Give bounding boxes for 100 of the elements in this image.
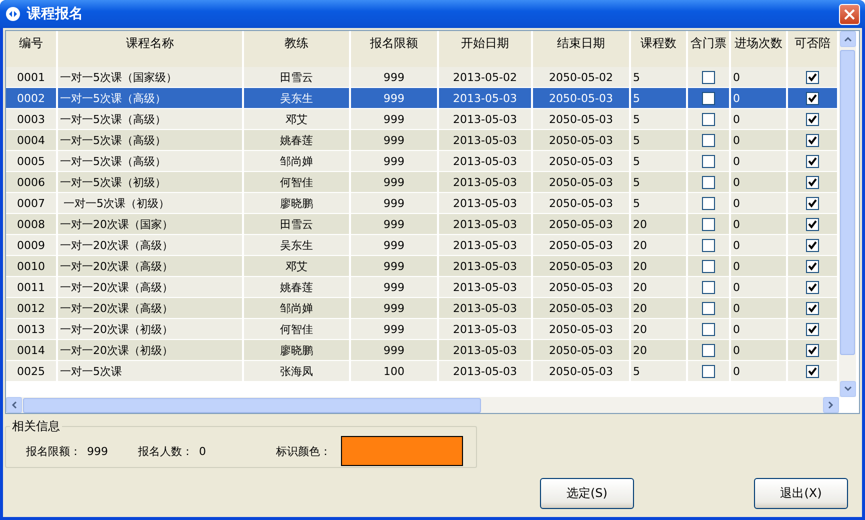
table-cell: 2013-05-03 [453,92,517,104]
scroll-left-icon[interactable] [6,397,22,413]
checkbox[interactable] [702,134,715,146]
table-cell: 一对一20次课（高级） [60,258,173,274]
checkbox[interactable] [806,176,819,188]
checkbox[interactable] [806,70,819,84]
checkbox[interactable] [806,280,819,294]
table-cell: 0007 [17,196,45,210]
field-label: 标识颜色： [276,444,331,458]
table-row[interactable]: 0011 一对一20次课（高级） 姚春莲 999 2013-05-03 2050-05-03 20 0 [6,277,839,298]
table-row[interactable]: 0009 一对一20次课（高级） 吴东生 999 2013-05-03 2050-05-03 20 0 [6,235,839,256]
table-cell: 5 [633,196,640,210]
close-icon [844,8,855,20]
dialog-button[interactable]: 退出(X) [754,478,848,509]
checkbox[interactable] [702,302,715,314]
table-cell: 100 [384,364,404,378]
table-row[interactable]: 0001 一对一5次课（国家级） 田雪云 999 2013-05-02 2050-05-02 5 0 [6,67,839,88]
checkbox[interactable] [806,364,819,378]
checkbox[interactable] [702,260,715,272]
checkbox[interactable] [806,322,819,336]
table-cell: 2013-05-02 [453,70,517,84]
table-cell: 0 [733,70,740,84]
checkbox[interactable] [702,218,715,230]
checkbox[interactable] [806,134,819,146]
checkbox[interactable] [806,238,819,252]
table-cell: 一对一20次课（高级） [60,300,173,316]
table-cell: 0003 [17,112,45,126]
table-cell: 0 [733,280,740,294]
table-cell: 0 [733,302,740,314]
table-row[interactable]: 0010 一对一20次课（高级） 邓艾 999 2013-05-03 2050-05-03 20 0 [6,256,839,277]
table-cell: 一对一20次课（高级） [60,238,173,252]
scroll-thumb[interactable] [840,50,855,355]
checkbox[interactable] [806,260,819,272]
table-cell: 一对一5次课（高级） [60,154,166,168]
table-cell: 999 [384,260,404,272]
table-row[interactable]: 0012 一对一20次课（高级） 邹尚婵 999 2013-05-03 2050-05-03 20 0 [6,298,839,319]
table-cell: 2013-05-03 [453,238,517,252]
table-cell: 2050-05-03 [549,112,613,126]
scroll-up-icon[interactable] [840,31,856,47]
table-cell: 999 [384,196,404,210]
table-cell: 0 [733,112,740,126]
table-row[interactable]: 0002 一对一5次课（高级） 吴东生 999 2013-05-03 2050-05-03 5 0 [6,88,839,109]
table-cell: 2050-05-03 [549,302,613,314]
table-cell: 2050-05-03 [549,364,613,378]
checkbox[interactable] [702,280,715,294]
checkbox[interactable] [702,176,715,188]
table-cell: 廖晓鹏 [280,342,313,358]
checkbox[interactable] [702,322,715,336]
checkbox[interactable] [702,92,715,104]
table-cell: 0010 [17,260,45,272]
checkbox[interactable] [702,154,715,168]
table-row[interactable]: 0013 一对一20次课（初级） 何智佳 999 2013-05-03 2050-05-03 20 0 [6,319,839,340]
table-row[interactable]: 0025 一对一5次课 张海凤 100 2013-05-03 2050-05-03 5 0 [6,361,839,382]
checkbox[interactable] [806,92,819,104]
table-row[interactable]: 0014 一对一20次课（初级） 廖晓鹏 999 2013-05-03 2050-05-03 20 0 [6,340,839,361]
scroll-down-icon[interactable] [840,381,856,397]
table-row[interactable]: 0004 一对一5次课（高级） 姚春莲 999 2013-05-03 2050-05-03 5 0 [6,130,839,151]
table-row[interactable]: 0005 一对一5次课（高级） 邹尚婵 999 2013-05-03 2050-05-03 5 0 [6,151,839,172]
table-cell: 0025 [17,364,45,378]
checkbox[interactable] [806,218,819,230]
table-cell: 0011 [17,280,45,294]
checkbox[interactable] [806,112,819,126]
field-label: 报名限额： [26,444,81,458]
checkbox[interactable] [702,364,715,378]
table-cell: 5 [633,364,640,378]
checkbox[interactable] [702,196,715,210]
table-row[interactable]: 0006 一对一5次课（初级） 何智佳 999 2013-05-03 2050-05-03 5 0 [6,172,839,193]
checkbox[interactable] [806,154,819,168]
table-cell: 999 [384,92,404,104]
table-cell: 2050-05-03 [549,280,613,294]
table-cell: 999 [384,134,404,146]
checkbox[interactable] [806,302,819,314]
table-cell: 一对一20次课（高级） [60,280,173,294]
scroll-thumb[interactable] [23,398,481,412]
table-cell: 一对一5次课 [60,364,122,378]
table-cell: 2050-05-03 [549,344,613,356]
checkbox[interactable] [806,344,819,356]
checkbox[interactable] [702,70,715,84]
table-cell: 2013-05-03 [453,196,517,210]
table-cell: 0 [733,134,740,146]
table-row[interactable]: 0007 一对一5次课（初级） 廖晓鹏 999 2013-05-03 2050-05-03 5 0 [6,193,839,214]
table-cell: 一对一5次课（高级） [60,90,166,106]
checkbox[interactable] [806,196,819,210]
checkbox[interactable] [702,238,715,252]
table-cell: 邓艾 [286,258,308,274]
checkbox[interactable] [702,112,715,126]
dialog-button[interactable]: 选定(S) [540,478,634,509]
scroll-right-icon[interactable] [823,397,839,413]
color-swatch[interactable] [341,436,463,466]
table-cell: 一对一5次课（国家级） [60,70,177,84]
table-cell: 2013-05-03 [453,280,517,294]
table-row[interactable]: 0003 一对一5次课（高级） 邓艾 999 2013-05-03 2050-05-03 5 0 [6,109,839,130]
table-cell: 吴东生 [280,238,313,252]
table-cell: 2050-05-03 [549,218,613,230]
checkbox[interactable] [702,344,715,356]
table-cell: 张海凤 [280,364,313,378]
table-row[interactable]: 0008 一对一20次课（国家） 田雪云 999 2013-05-03 2050-05-03 20 0 [6,214,839,235]
close-button[interactable] [839,4,860,24]
table-cell: 0012 [17,302,45,314]
table-cell: 2050-05-03 [549,154,613,168]
